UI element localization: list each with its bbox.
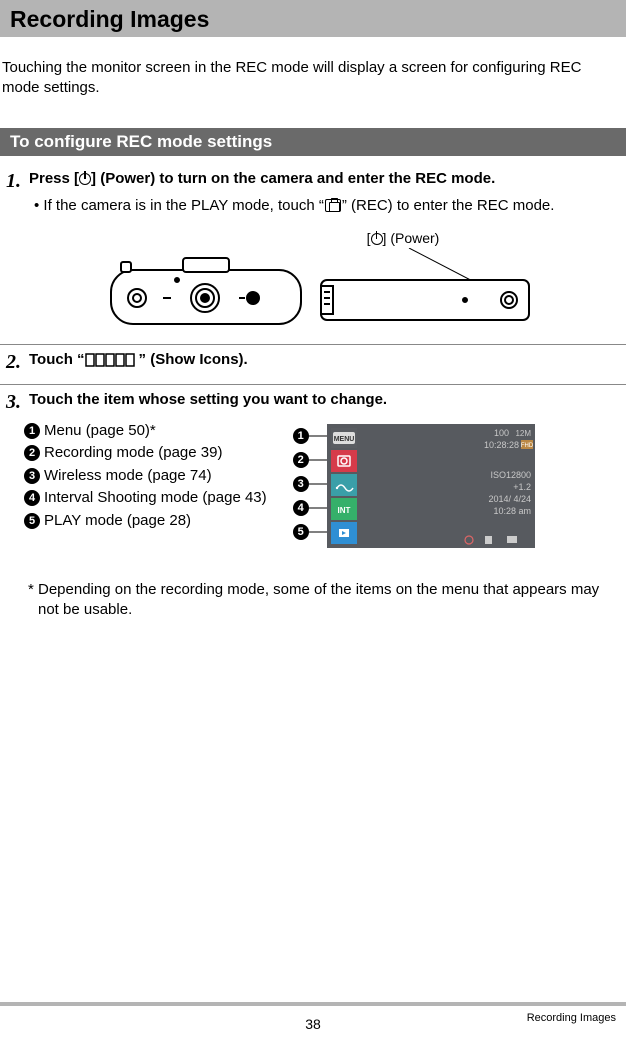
page-number: 38 bbox=[305, 1016, 321, 1032]
callout-number: 2 bbox=[293, 452, 309, 468]
camera-screen: MENU INT bbox=[309, 422, 539, 552]
list-item: 3Wireless mode (page 74) bbox=[24, 465, 267, 488]
step-text: Press [] (Power) to turn on the camera a… bbox=[29, 170, 495, 187]
callout-list: 1Menu (page 50)* 2Recording mode (page 3… bbox=[24, 420, 267, 556]
footnote: * Depending on the recording mode, some … bbox=[28, 580, 610, 621]
list-item: 4Interval Shooting mode (page 43) bbox=[24, 487, 267, 510]
callout-number: 2 bbox=[24, 445, 40, 461]
callout-number: 5 bbox=[24, 513, 40, 529]
list-item: 5PLAY mode (page 28) bbox=[24, 510, 267, 533]
step-1: 1. Press [] (Power) to turn on the camer… bbox=[6, 170, 620, 334]
list-item: 2Recording mode (page 39) bbox=[24, 442, 267, 465]
list-item: 1Menu (page 50)* bbox=[24, 420, 267, 443]
step-text: Touch the item whose setting you want to… bbox=[29, 391, 387, 408]
power-icon bbox=[79, 173, 91, 185]
show-icons-icon bbox=[85, 351, 139, 368]
step-3: 3. Touch the item whose setting you want… bbox=[6, 391, 620, 621]
section-heading-row: To configure REC mode settings bbox=[0, 128, 626, 156]
svg-text:2014/ 4/24: 2014/ 4/24 bbox=[488, 494, 531, 504]
svg-text:12M: 12M bbox=[515, 429, 531, 438]
divider bbox=[0, 344, 626, 345]
svg-text:100: 100 bbox=[494, 428, 509, 438]
svg-text:10:28:28: 10:28:28 bbox=[484, 440, 519, 450]
callout-number: 3 bbox=[293, 476, 309, 492]
step-text: Touch “” (Show Icons). bbox=[29, 351, 248, 368]
step-number: 1. bbox=[6, 170, 21, 193]
callout-number: 4 bbox=[293, 500, 309, 516]
footer-title: Recording Images bbox=[527, 1012, 616, 1024]
power-icon bbox=[371, 233, 383, 245]
step-number: 3. bbox=[6, 391, 21, 414]
intro-text: Touching the monitor screen in the REC m… bbox=[0, 52, 626, 113]
svg-text:INT: INT bbox=[337, 506, 350, 515]
step-number: 2. bbox=[6, 351, 21, 374]
section-heading: To configure REC mode settings bbox=[10, 132, 616, 152]
svg-text:FHD: FHD bbox=[520, 443, 533, 449]
svg-text:MENU: MENU bbox=[333, 436, 354, 443]
svg-text:10:28 am: 10:28 am bbox=[493, 506, 531, 516]
page-heading-row: Recording Images bbox=[0, 0, 626, 37]
callout-number: 3 bbox=[24, 468, 40, 484]
power-button-label: [] (Power) bbox=[186, 230, 620, 246]
rec-icon bbox=[325, 199, 341, 212]
rec-screen-diagram: 1 2 3 4 5 bbox=[293, 422, 539, 556]
step-2: 2. Touch “” (Show Icons). bbox=[6, 351, 620, 374]
page-footer: 38 Recording Images bbox=[0, 1002, 626, 1040]
camera-diagram bbox=[93, 248, 533, 334]
step-1-sub: If the camera is in the PLAY mode, touch… bbox=[34, 195, 620, 216]
page-heading: Recording Images bbox=[10, 6, 616, 33]
callout-number: 1 bbox=[293, 428, 309, 444]
callout-number: 1 bbox=[24, 423, 40, 439]
svg-text:ISO12800: ISO12800 bbox=[490, 470, 531, 480]
svg-text:+1.2: +1.2 bbox=[513, 482, 531, 492]
divider bbox=[0, 384, 626, 385]
callout-number: 5 bbox=[293, 524, 309, 540]
callout-number: 4 bbox=[24, 490, 40, 506]
